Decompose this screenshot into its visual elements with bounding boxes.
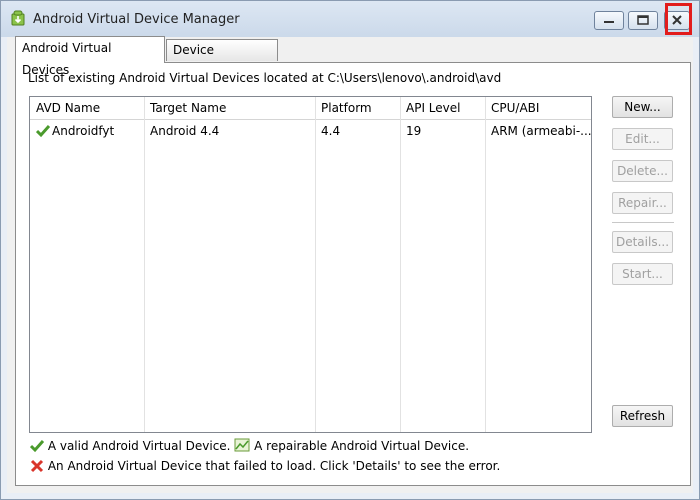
android-download-icon — [11, 10, 25, 26]
repairable-icon — [234, 438, 254, 453]
legend-repairable-text: A repairable Android Virtual Device. — [254, 439, 470, 453]
avd-table[interactable]: AVD Name Target Name Platform API Level … — [29, 96, 592, 433]
close-button-highlight — [665, 3, 692, 35]
new-button[interactable]: New... — [612, 96, 673, 118]
button-separator — [612, 222, 674, 223]
client-area: Android Virtual Devices Device Definitio… — [7, 36, 693, 493]
column-header-cpu-abi[interactable]: CPU/ABI — [485, 97, 591, 119]
valid-check-icon — [29, 439, 48, 453]
column-divider — [485, 97, 486, 432]
minimize-icon — [604, 21, 614, 23]
delete-button[interactable]: Delete... — [612, 160, 673, 182]
legend-failed-text: An Android Virtual Device that failed to… — [47, 459, 501, 473]
row-cpu-abi: ARM (armeabi-... — [491, 124, 591, 138]
column-divider — [400, 97, 401, 432]
row-api-level: 19 — [406, 124, 422, 138]
table-header: AVD Name Target Name Platform API Level … — [30, 97, 591, 120]
column-header-target-name[interactable]: Target Name — [144, 97, 315, 119]
start-button[interactable]: Start... — [612, 263, 673, 285]
tab-panel: List of existing Android Virtual Devices… — [15, 62, 691, 486]
column-header-api-level[interactable]: API Level — [400, 97, 485, 119]
legend-valid-text: A valid Android Virtual Device. — [47, 439, 231, 453]
maximize-icon — [637, 15, 649, 25]
column-divider — [315, 97, 316, 432]
row-avd-name: Androidfyt — [52, 124, 115, 138]
error-x-icon — [30, 459, 48, 473]
window-title: Android Virtual Device Manager — [33, 12, 240, 27]
maximize-button[interactable] — [628, 11, 658, 30]
minimize-button[interactable] — [594, 11, 624, 30]
tab-android-virtual-devices[interactable]: Android Virtual Devices — [15, 36, 165, 77]
legend-line-2: An Android Virtual Device that failed to… — [30, 459, 500, 473]
repair-button[interactable]: Repair... — [612, 192, 673, 214]
details-button[interactable]: Details... — [612, 231, 673, 253]
legend-line-1: A valid Android Virtual Device. A repair… — [29, 437, 470, 453]
avd-manager-window: Android Virtual Device Manager Android V… — [0, 0, 700, 500]
edit-button[interactable]: Edit... — [612, 128, 673, 150]
tab-device-definitions[interactable]: Device Definitions — [166, 39, 278, 77]
refresh-button[interactable]: Refresh — [612, 405, 673, 427]
avd-location-label: List of existing Android Virtual Devices… — [28, 71, 502, 85]
row-platform: 4.4 — [321, 124, 341, 138]
title-bar[interactable]: Android Virtual Device Manager — [1, 1, 699, 37]
column-header-platform[interactable]: Platform — [315, 97, 400, 119]
row-target-name: Android 4.4 — [150, 124, 220, 138]
column-header-avd-name[interactable]: AVD Name — [30, 97, 144, 119]
column-divider — [144, 97, 145, 432]
